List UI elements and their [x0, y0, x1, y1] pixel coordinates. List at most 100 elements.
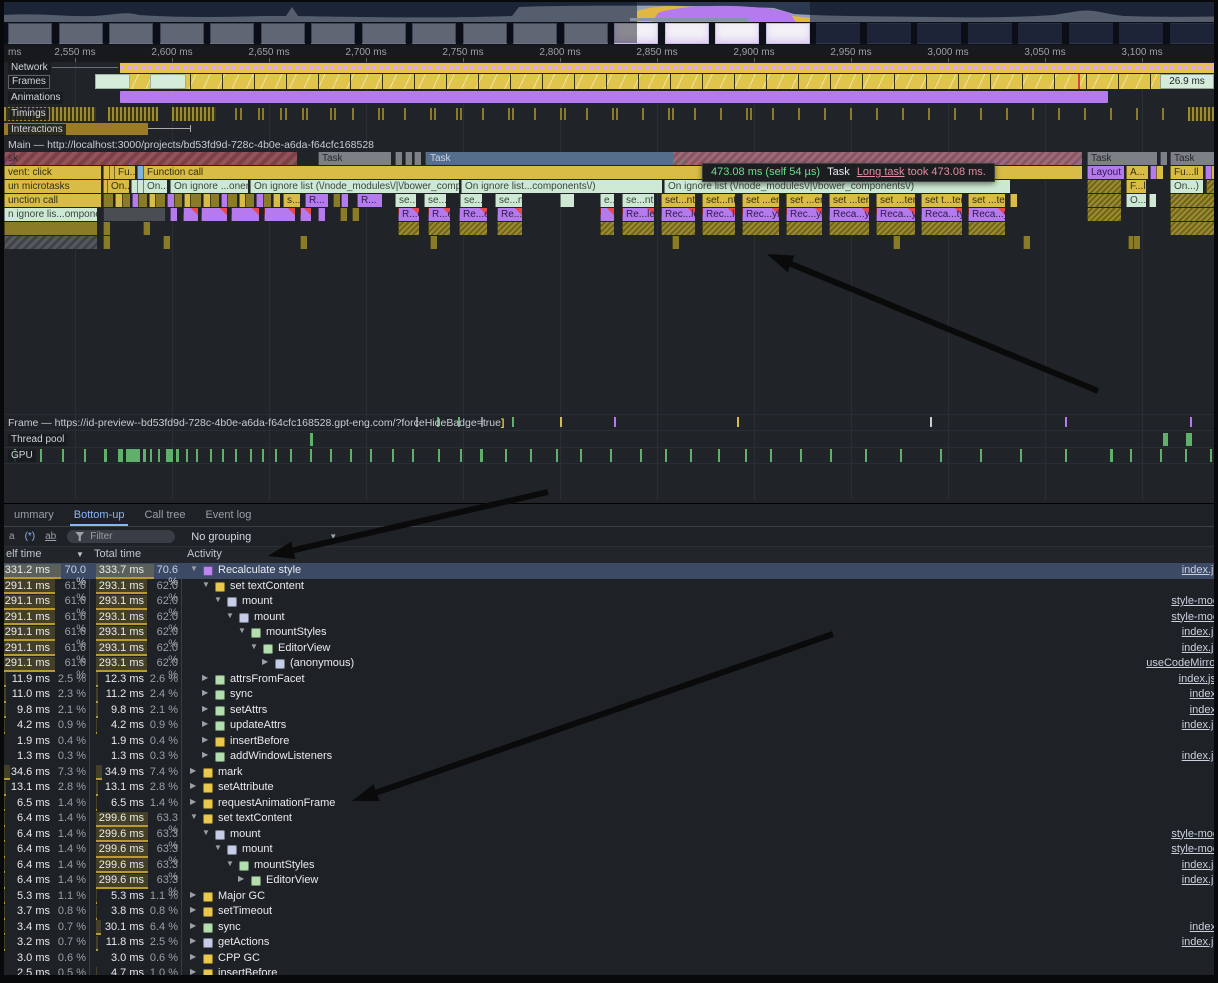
- expand-triangle-icon[interactable]: ▶: [190, 921, 196, 930]
- idle-frame-segment[interactable]: [150, 74, 186, 89]
- flame-bar[interactable]: [1133, 236, 1140, 249]
- activity-name[interactable]: addWindowListeners: [230, 750, 332, 762]
- flame-bar[interactable]: [1156, 166, 1163, 179]
- frames-track-bar[interactable]: [95, 74, 1160, 89]
- gpu-activity-bar[interactable]: [800, 449, 802, 462]
- expand-triangle-icon[interactable]: ▶: [190, 905, 196, 914]
- flame-bar[interactable]: [103, 208, 165, 221]
- flame-bar[interactable]: set...nt: [661, 194, 695, 207]
- timing-marker[interactable]: [798, 108, 800, 120]
- frame-section-title[interactable]: Frame — https://id-preview--bd53fd9d-728…: [8, 417, 504, 429]
- flame-bar[interactable]: n ignore lis...omponents\/): [4, 208, 97, 221]
- flame-bar[interactable]: Reca...tyle: [921, 208, 962, 221]
- flame-bar[interactable]: On ignore list...components\/): [461, 180, 662, 193]
- activity-name[interactable]: setTimeout: [218, 905, 272, 917]
- gpu-activity-bar[interactable]: [84, 449, 86, 462]
- table-row[interactable]: 6.4 ms1.4 %299.6 ms63.3 %▼set textConten…: [4, 811, 1214, 827]
- flame-bar[interactable]: [4, 236, 97, 249]
- flame-bar[interactable]: [1149, 194, 1156, 207]
- timing-marker[interactable]: [330, 108, 332, 120]
- gpu-activity-bar[interactable]: [580, 449, 582, 462]
- table-row[interactable]: 6.4 ms1.4 %299.6 ms63.3 %▼mountstyle-mod: [4, 827, 1214, 843]
- flame-bar[interactable]: R...: [357, 194, 382, 207]
- collapse-triangle-icon[interactable]: ▼: [190, 564, 198, 573]
- flame-bar[interactable]: [103, 222, 110, 235]
- flame-bar[interactable]: se...t: [424, 194, 446, 207]
- table-row[interactable]: 9.8 ms2.1 %9.8 ms2.1 %▶setAttrsindex.: [4, 703, 1214, 719]
- timing-marker[interactable]: [382, 108, 384, 120]
- gpu-activity-bar[interactable]: [1160, 449, 1162, 462]
- flame-bar[interactable]: sk: [4, 152, 297, 165]
- flame-bar[interactable]: R...: [305, 194, 328, 207]
- flame-bar[interactable]: Reca...yle: [876, 208, 915, 221]
- timing-marker[interactable]: [902, 108, 904, 120]
- flame-bar[interactable]: [702, 222, 735, 235]
- flame-bar[interactable]: Fu...ll: [114, 166, 135, 179]
- activity-name[interactable]: sync: [218, 921, 241, 933]
- gpu-activity-bar[interactable]: [118, 449, 123, 462]
- flame-bar[interactable]: [1160, 152, 1167, 165]
- gpu-activity-bar[interactable]: [40, 449, 42, 462]
- gpu-activity-bar[interactable]: [1110, 449, 1113, 462]
- table-row[interactable]: 291.1 ms61.6 %293.1 ms62.0 %▼mountstyle-…: [4, 594, 1214, 610]
- activity-name[interactable]: set textContent: [230, 580, 304, 592]
- timing-marker[interactable]: [1162, 108, 1164, 120]
- regex-icon[interactable]: (*): [25, 531, 36, 542]
- flame-bar[interactable]: [414, 152, 421, 165]
- tab-summary[interactable]: ummary: [4, 505, 64, 526]
- gpu-activity-bar[interactable]: [370, 449, 372, 462]
- gpu-activity-bar[interactable]: [126, 449, 140, 462]
- timing-marker[interactable]: [616, 108, 618, 120]
- gpu-activity-bar[interactable]: [1185, 449, 1187, 462]
- gpu-activity-bar[interactable]: [610, 449, 612, 462]
- source-link[interactable]: index.js: [1182, 642, 1218, 654]
- gpu-activity-bar[interactable]: [1210, 449, 1212, 462]
- timing-marker[interactable]: [850, 108, 852, 120]
- table-row[interactable]: 6.5 ms1.4 %6.5 ms1.4 %▶requestAnimationF…: [4, 796, 1214, 812]
- flame-bar[interactable]: [1170, 208, 1216, 221]
- track-label-animations[interactable]: Animations: [8, 92, 63, 104]
- flame-bar[interactable]: [122, 194, 130, 207]
- flame-bar[interactable]: [203, 194, 210, 207]
- gpu-activity-bar[interactable]: [310, 449, 312, 462]
- gpu-activity-bar[interactable]: [412, 449, 414, 462]
- expand-triangle-icon[interactable]: ▶: [202, 704, 208, 713]
- flame-bar[interactable]: set ...tent: [968, 194, 1005, 207]
- flame-bar[interactable]: On...): [143, 180, 167, 193]
- gpu-activity-bar[interactable]: [438, 449, 440, 462]
- activity-name[interactable]: mark: [218, 766, 242, 778]
- gpu-activity-bar[interactable]: [865, 449, 867, 462]
- table-row[interactable]: 6.4 ms1.4 %299.6 ms63.3 %▶EditorViewinde…: [4, 873, 1214, 889]
- flame-bar[interactable]: Rec...yle: [786, 208, 822, 221]
- activity-name[interactable]: CPP GC: [218, 952, 260, 964]
- column-self-time[interactable]: elf time: [6, 548, 41, 560]
- collapse-triangle-icon[interactable]: ▼: [190, 812, 198, 821]
- timing-marker[interactable]: [378, 108, 380, 120]
- flame-bar[interactable]: [103, 236, 110, 249]
- flame-bar[interactable]: Rec...yle: [742, 208, 779, 221]
- timing-marker[interactable]: [750, 108, 752, 120]
- flame-bar[interactable]: set ...tent: [829, 194, 869, 207]
- timing-marker[interactable]: [1136, 108, 1138, 120]
- flame-bar[interactable]: Layout: [1087, 166, 1124, 179]
- timing-marker[interactable]: [240, 108, 242, 120]
- timing-marker[interactable]: [586, 108, 588, 120]
- collapse-triangle-icon[interactable]: ▼: [238, 626, 246, 635]
- activity-name[interactable]: insertBefore: [230, 735, 289, 747]
- gpu-activity-bar[interactable]: [1065, 449, 1067, 462]
- expand-triangle-icon[interactable]: ▶: [202, 719, 208, 728]
- flame-bar[interactable]: e...nt: [600, 194, 614, 207]
- flame-bar[interactable]: [341, 194, 348, 207]
- timing-marker[interactable]: [746, 108, 748, 120]
- flame-bar[interactable]: Reca...yle: [968, 208, 1005, 221]
- flame-bar[interactable]: [829, 222, 869, 235]
- activity-name[interactable]: EditorView: [266, 874, 318, 886]
- activity-name[interactable]: updateAttrs: [230, 719, 286, 731]
- timing-marker[interactable]: [564, 108, 566, 120]
- chevron-down-icon[interactable]: ▼: [329, 532, 337, 541]
- table-row[interactable]: 5.3 ms1.1 %5.3 ms1.1 %▶Major GC: [4, 889, 1214, 905]
- table-row[interactable]: 3.4 ms0.7 %30.1 ms6.4 %▶syncindex.: [4, 920, 1214, 936]
- flame-bar[interactable]: set t...tent: [921, 194, 962, 207]
- flame-bar[interactable]: se...nt: [495, 194, 522, 207]
- timing-marker[interactable]: [512, 108, 514, 120]
